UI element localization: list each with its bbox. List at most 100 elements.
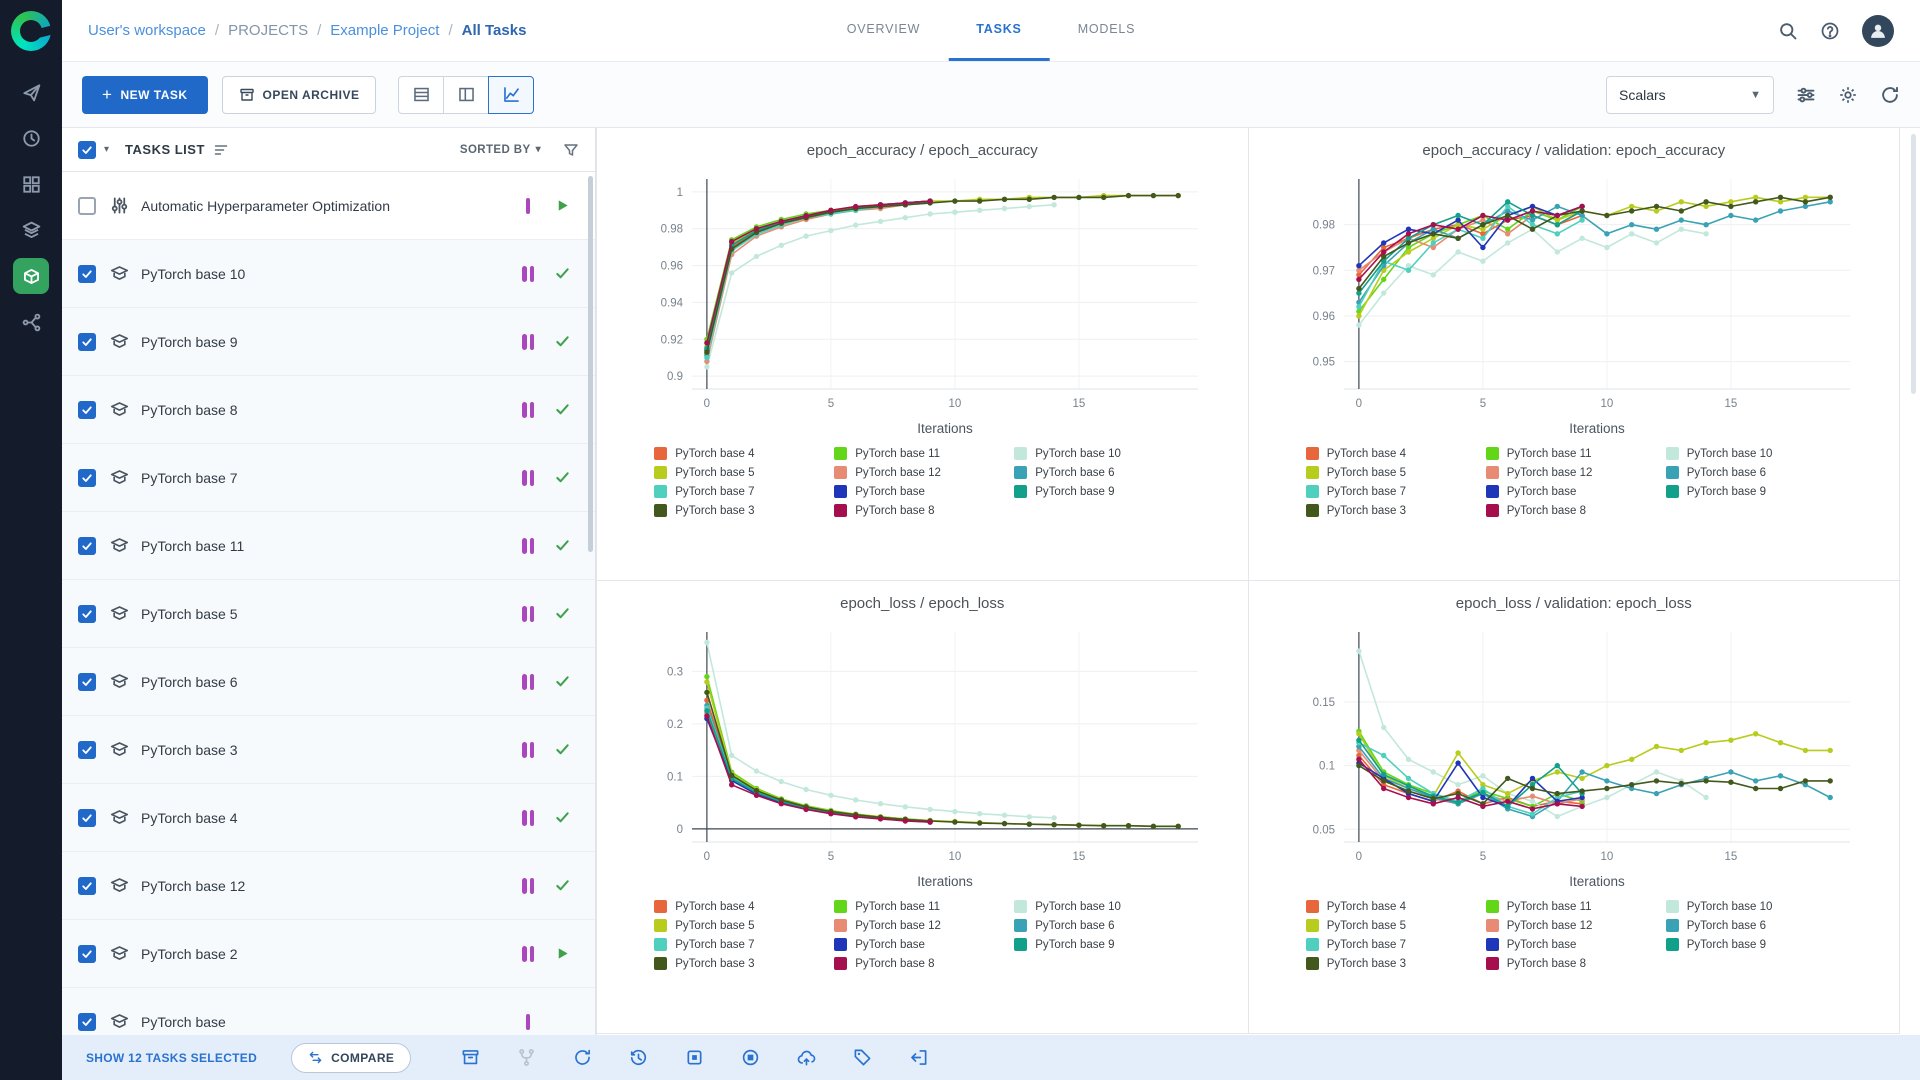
help-icon[interactable] [1820,21,1840,41]
legend-item[interactable]: PyTorch base 4 [654,447,830,460]
task-checkbox[interactable] [78,536,96,555]
nav-dashboard[interactable] [0,69,62,115]
split-view-button[interactable] [443,75,490,114]
legend-item[interactable]: PyTorch base 3 [654,957,830,970]
abort-action-button[interactable] [735,1043,765,1073]
task-row[interactable]: PyTorch base 4 [62,784,595,852]
task-name[interactable]: PyTorch base 8 [141,402,511,418]
scalar-plot[interactable]: 0.95 0.96 0.97 0.98 0 5 10 15 Iterations [1274,167,1874,439]
retry-action-button[interactable] [567,1043,597,1073]
legend-item[interactable]: PyTorch base [834,938,1010,951]
sorted-by-control[interactable]: SORTED BY ▾ [460,144,541,156]
legend-item[interactable]: PyTorch base 3 [1305,504,1482,517]
breadcrumb-project[interactable]: Example Project [330,22,439,39]
legend-item[interactable]: PyTorch base 7 [1305,938,1482,951]
task-row[interactable]: PyTorch base 5 [62,580,595,648]
scalar-plot[interactable]: 0.90.920.940.960.9810 5 10 15Iterations [622,167,1222,439]
filter-icon[interactable] [563,142,579,158]
legend-item[interactable]: PyTorch base 5 [1305,919,1482,932]
tab-models[interactable]: MODELS [1050,0,1164,61]
task-checkbox[interactable] [78,604,96,623]
task-row[interactable]: PyTorch base 12 [62,852,595,920]
legend-item[interactable]: PyTorch base 5 [654,466,830,479]
task-checkbox[interactable] [78,264,96,283]
new-task-button[interactable]: + NEW TASK [82,75,208,114]
nav-datasets[interactable] [0,207,62,253]
legend-item[interactable]: PyTorch base 7 [1305,485,1482,498]
legend-item[interactable]: PyTorch base [1485,938,1662,951]
task-row[interactable]: PyTorch base 9 [62,308,595,376]
scalar-plot[interactable]: 0 0.1 0.2 0.3 0 5 10 15 Iterations [622,620,1222,892]
task-name[interactable]: PyTorch base 11 [141,538,511,554]
refresh-icon[interactable] [1880,85,1900,105]
task-checkbox[interactable] [78,672,96,691]
legend-item[interactable]: PyTorch base 8 [834,957,1010,970]
tab-overview[interactable]: OVERVIEW [819,0,949,61]
task-checkbox[interactable] [78,400,96,419]
legend-item[interactable]: PyTorch base 12 [1485,466,1662,479]
task-checkbox[interactable] [78,944,96,963]
plot-settings-icon[interactable] [1796,85,1816,105]
legend-item[interactable]: PyTorch base 12 [1485,919,1662,932]
legend-item[interactable]: PyTorch base 11 [834,447,1010,460]
task-checkbox[interactable] [78,740,96,759]
legend-item[interactable]: PyTorch base 6 [1665,466,1842,479]
legend-item[interactable]: PyTorch base 9 [1665,938,1842,951]
task-name[interactable]: PyTorch base [141,1014,511,1030]
legend-item[interactable]: PyTorch base 4 [654,900,830,913]
task-name[interactable]: PyTorch base 12 [141,878,511,894]
open-archive-button[interactable]: OPEN ARCHIVE [221,75,377,114]
scalar-plot[interactable]: 0.05 0.1 0.15 0 5 10 15 Iterations [1274,620,1874,892]
legend-item[interactable]: PyTorch base 5 [1305,466,1482,479]
metric-type-select[interactable]: Scalars ▼ [1606,75,1774,114]
charts-scrollbar[interactable] [1900,128,1920,1035]
legend-item[interactable]: PyTorch base 8 [834,504,1010,517]
reset-action-button[interactable] [623,1043,653,1073]
legend-item[interactable]: PyTorch base 10 [1665,447,1842,460]
legend-item[interactable]: PyTorch base 11 [1485,900,1662,913]
legend-item[interactable]: PyTorch base 6 [1665,919,1842,932]
legend-item[interactable]: PyTorch base 9 [1014,485,1190,498]
task-checkbox[interactable] [78,876,96,895]
table-view-button[interactable] [398,75,445,114]
search-icon[interactable] [1778,21,1798,41]
task-name[interactable]: PyTorch base 4 [141,810,511,826]
select-dropdown-caret[interactable]: ▾ [104,144,109,155]
legend-item[interactable]: PyTorch base 8 [1485,957,1662,970]
stop-action-button[interactable] [679,1043,709,1073]
legend-item[interactable]: PyTorch base [834,485,1010,498]
task-name[interactable]: PyTorch base 5 [141,606,511,622]
task-row[interactable]: PyTorch base 7 [62,444,595,512]
legend-item[interactable]: PyTorch base 7 [654,938,830,951]
column-settings-icon[interactable] [213,142,229,158]
legend-item[interactable]: PyTorch base 10 [1665,900,1842,913]
task-row[interactable]: PyTorch base 8 [62,376,595,444]
nav-apps[interactable] [0,161,62,207]
chart-view-button[interactable] [488,75,535,114]
compare-button[interactable]: COMPARE [291,1042,412,1073]
publish-action-button[interactable] [791,1043,821,1073]
breadcrumb-workspace[interactable]: User's workspace [88,22,206,39]
task-name[interactable]: PyTorch base 3 [141,742,511,758]
task-row[interactable]: Automatic Hyperparameter Optimization [62,172,595,240]
moveto-action-button[interactable] [903,1043,933,1073]
legend-item[interactable]: PyTorch base 8 [1485,504,1662,517]
select-all-checkbox[interactable] [78,140,96,159]
task-checkbox[interactable] [78,196,96,215]
tab-tasks[interactable]: TASKS [948,0,1050,61]
task-checkbox[interactable] [78,808,96,827]
legend-item[interactable]: PyTorch base 6 [1014,466,1190,479]
legend-item[interactable]: PyTorch base 12 [834,919,1010,932]
legend-item[interactable]: PyTorch base 7 [654,485,830,498]
task-name[interactable]: Automatic Hyperparameter Optimization [141,198,511,214]
task-row[interactable]: PyTorch base [62,988,595,1035]
legend-item[interactable]: PyTorch base [1485,485,1662,498]
tasks-list-scrollbar[interactable] [588,176,593,1031]
archive-action-button[interactable] [455,1043,485,1073]
legend-item[interactable]: PyTorch base 3 [1305,957,1482,970]
user-avatar[interactable] [1862,14,1894,47]
task-name[interactable]: PyTorch base 6 [141,674,511,690]
legend-item[interactable]: PyTorch base 4 [1305,900,1482,913]
legend-item[interactable]: PyTorch base 11 [834,900,1010,913]
task-row[interactable]: PyTorch base 2 [62,920,595,988]
